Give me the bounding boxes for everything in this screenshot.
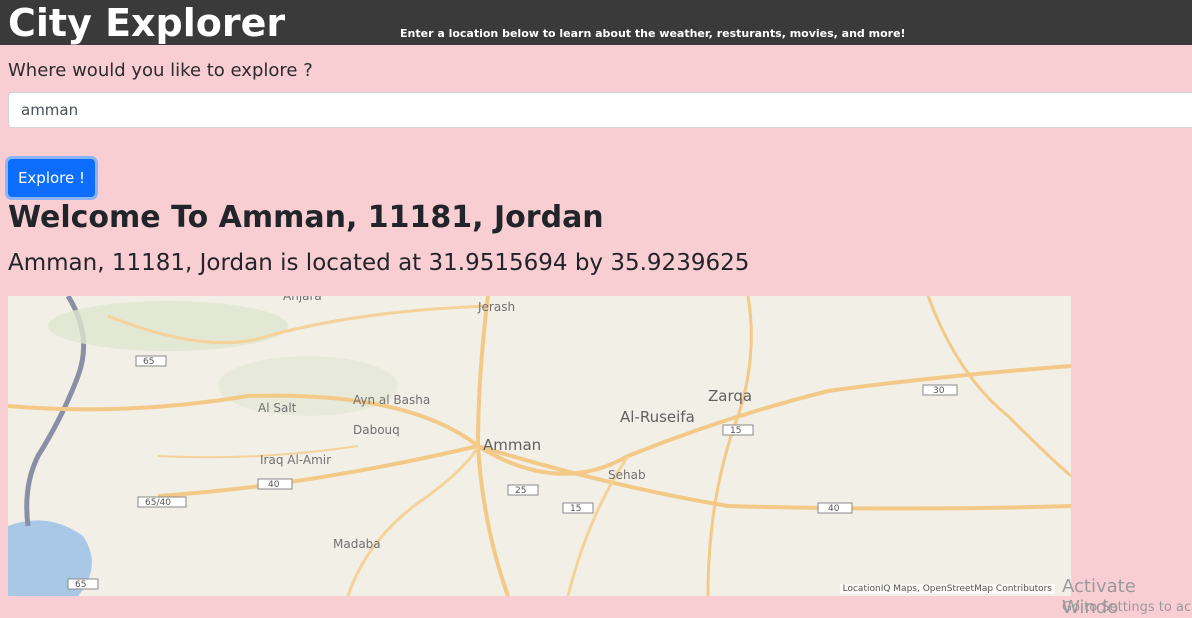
app-title: City Explorer bbox=[8, 1, 286, 45]
activate-windows-subtext: Go to Settings to ac bbox=[1062, 600, 1192, 615]
place-al-salt: Al Salt bbox=[258, 401, 297, 415]
location-prompt-label: Where would you like to explore ? bbox=[8, 60, 313, 81]
shield-40a: 40 bbox=[268, 480, 280, 490]
shield-65-40: 65/40 bbox=[145, 498, 171, 508]
shield-15b: 15 bbox=[570, 504, 581, 514]
shield-30: 30 bbox=[933, 386, 945, 396]
shield-25: 25 bbox=[515, 486, 526, 496]
place-ayn-al-basha: Ayn al Basha bbox=[353, 393, 430, 407]
place-jerash: Jerash bbox=[477, 300, 515, 314]
app-tagline: Enter a location below to learn about th… bbox=[400, 27, 906, 40]
explore-button[interactable]: Explore ! bbox=[8, 159, 95, 197]
shield-65a: 65 bbox=[143, 357, 154, 367]
map-attribution: LocationIQ Maps, OpenStreetMap Contribut… bbox=[839, 584, 1055, 594]
shield-40b: 40 bbox=[828, 504, 840, 514]
place-amman: Amman bbox=[483, 436, 541, 454]
place-iraq-al-amir: Iraq Al-Amir bbox=[260, 453, 331, 467]
shield-15a: 15 bbox=[730, 426, 741, 436]
city-map: 65 30 15 40 25 15 65/40 40 65 Anjara Jer… bbox=[8, 296, 1071, 596]
place-zarqa: Zarqa bbox=[708, 387, 752, 405]
place-anjara: Anjara bbox=[283, 296, 322, 303]
app-header: City Explorer Enter a location below to … bbox=[0, 0, 1192, 45]
location-coordinates-text: Amman, 11181, Jordan is located at 31.95… bbox=[8, 250, 750, 276]
location-input[interactable] bbox=[8, 92, 1192, 128]
shield-65b: 65 bbox=[75, 580, 86, 590]
welcome-heading: Welcome To Amman, 11181, Jordan bbox=[8, 200, 604, 235]
map-graphic: 65 30 15 40 25 15 65/40 40 65 Anjara Jer… bbox=[8, 296, 1071, 596]
place-dabouq: Dabouq bbox=[353, 423, 400, 437]
place-sehab: Sehab bbox=[608, 468, 646, 482]
place-madaba: Madaba bbox=[333, 537, 381, 551]
place-al-ruseifa: Al-Ruseifa bbox=[620, 408, 695, 426]
